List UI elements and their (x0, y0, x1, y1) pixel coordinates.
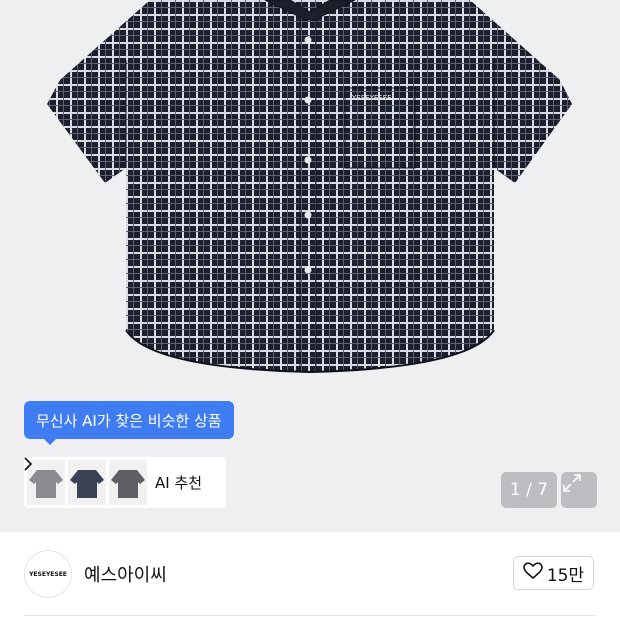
ai-thumb-navy-shirt[interactable] (68, 460, 106, 505)
ai-thumb-charcoal-shirt[interactable] (109, 460, 147, 505)
image-counter: 1 / 7 (501, 472, 557, 508)
brand-logo[interactable]: YESEYESEE (24, 550, 72, 598)
image-counter-text: 1 / 7 (509, 480, 549, 500)
ai-recommend-strip[interactable]: AI 추천 (24, 457, 226, 508)
brand-logo-text: YESEYESEE (29, 570, 67, 578)
product-image: YESEYESEE (47, 0, 572, 374)
brand-name[interactable]: 예스아이씨 (84, 561, 167, 587)
divider (24, 615, 596, 616)
product-image-gallery[interactable]: YESEYESEE 무신사 AI가 찾은 비슷한 상품 AI 추천 1 / 7 (0, 0, 620, 532)
heart-icon (523, 561, 543, 585)
ai-thumb-gray-shirt[interactable] (27, 460, 65, 505)
ai-recommend-label: AI 추천 (155, 474, 203, 492)
like-count: 15만 (546, 565, 585, 586)
ai-similar-tooltip[interactable]: 무신사 AI가 찾은 비슷한 상품 (24, 401, 234, 445)
ai-tooltip-text: 무신사 AI가 찾은 비슷한 상품 (36, 411, 222, 430)
expand-image-button[interactable] (561, 472, 597, 508)
like-button[interactable]: 15만 (513, 556, 594, 590)
shirt-logo: YESEYESEE (351, 94, 392, 102)
